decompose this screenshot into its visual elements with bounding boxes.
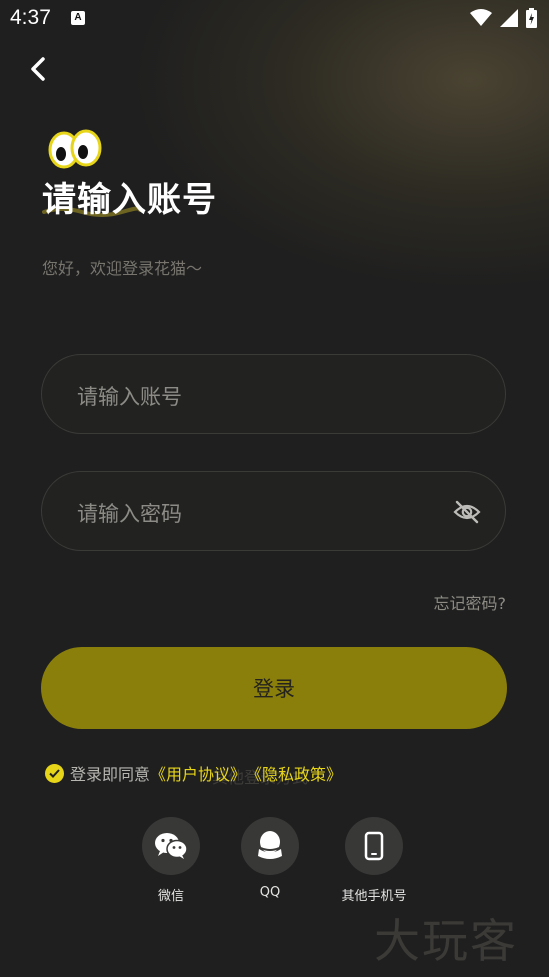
check-icon: [49, 768, 60, 778]
qq-icon: [258, 831, 282, 859]
qq-login-circle[interactable]: [241, 817, 299, 875]
login-button-label: 登录: [253, 677, 295, 701]
account-field[interactable]: 请输入账号: [41, 354, 506, 434]
wifi-icon: [470, 9, 492, 26]
forgot-password-link[interactable]: 忘记密码?: [434, 590, 507, 614]
password-field[interactable]: 请输入密码: [41, 471, 506, 551]
wechat-label: 微信: [157, 889, 184, 904]
other-phone-label: 其他手机号: [341, 889, 407, 904]
page-title: 请输入账号: [42, 180, 217, 220]
account-placeholder: 请输入账号: [77, 385, 182, 409]
eyes-mascot-icon: [48, 129, 102, 169]
password-placeholder: 请输入密码: [77, 502, 182, 526]
login-button[interactable]: 登录: [41, 647, 507, 729]
signal-icon: [500, 9, 518, 27]
status-icons: [470, 8, 537, 28]
privacy-policy-link[interactable]: 《隐私政策》: [246, 761, 342, 785]
agreement-checkbox[interactable]: [45, 763, 64, 783]
agreement-row: 登录即同意 《用户协议》 《隐私政策》: [45, 761, 342, 785]
agreement-prefix: 登录即同意: [70, 765, 151, 784]
phone-icon: [364, 831, 384, 861]
battery-icon: [526, 8, 537, 28]
watermark: 大玩客: [374, 914, 518, 968]
other-phone-login-button[interactable]: 其他手机号: [341, 817, 407, 904]
wechat-icon: [155, 833, 188, 859]
wechat-login-circle[interactable]: [142, 817, 200, 875]
status-time: 4:37: [10, 6, 51, 29]
notification-a-icon: A: [71, 11, 85, 25]
qq-login-button[interactable]: QQ: [240, 817, 300, 900]
other-phone-login-circle[interactable]: [345, 817, 403, 875]
eye-off-icon[interactable]: [453, 499, 481, 525]
wechat-login-button[interactable]: 微信: [141, 817, 201, 904]
page-subtitle: 您好，欢迎登录花猫～: [42, 259, 203, 278]
user-agreement-link[interactable]: 《用户协议》: [150, 761, 246, 785]
back-button[interactable]: [24, 54, 54, 84]
qq-label: QQ: [259, 885, 281, 900]
